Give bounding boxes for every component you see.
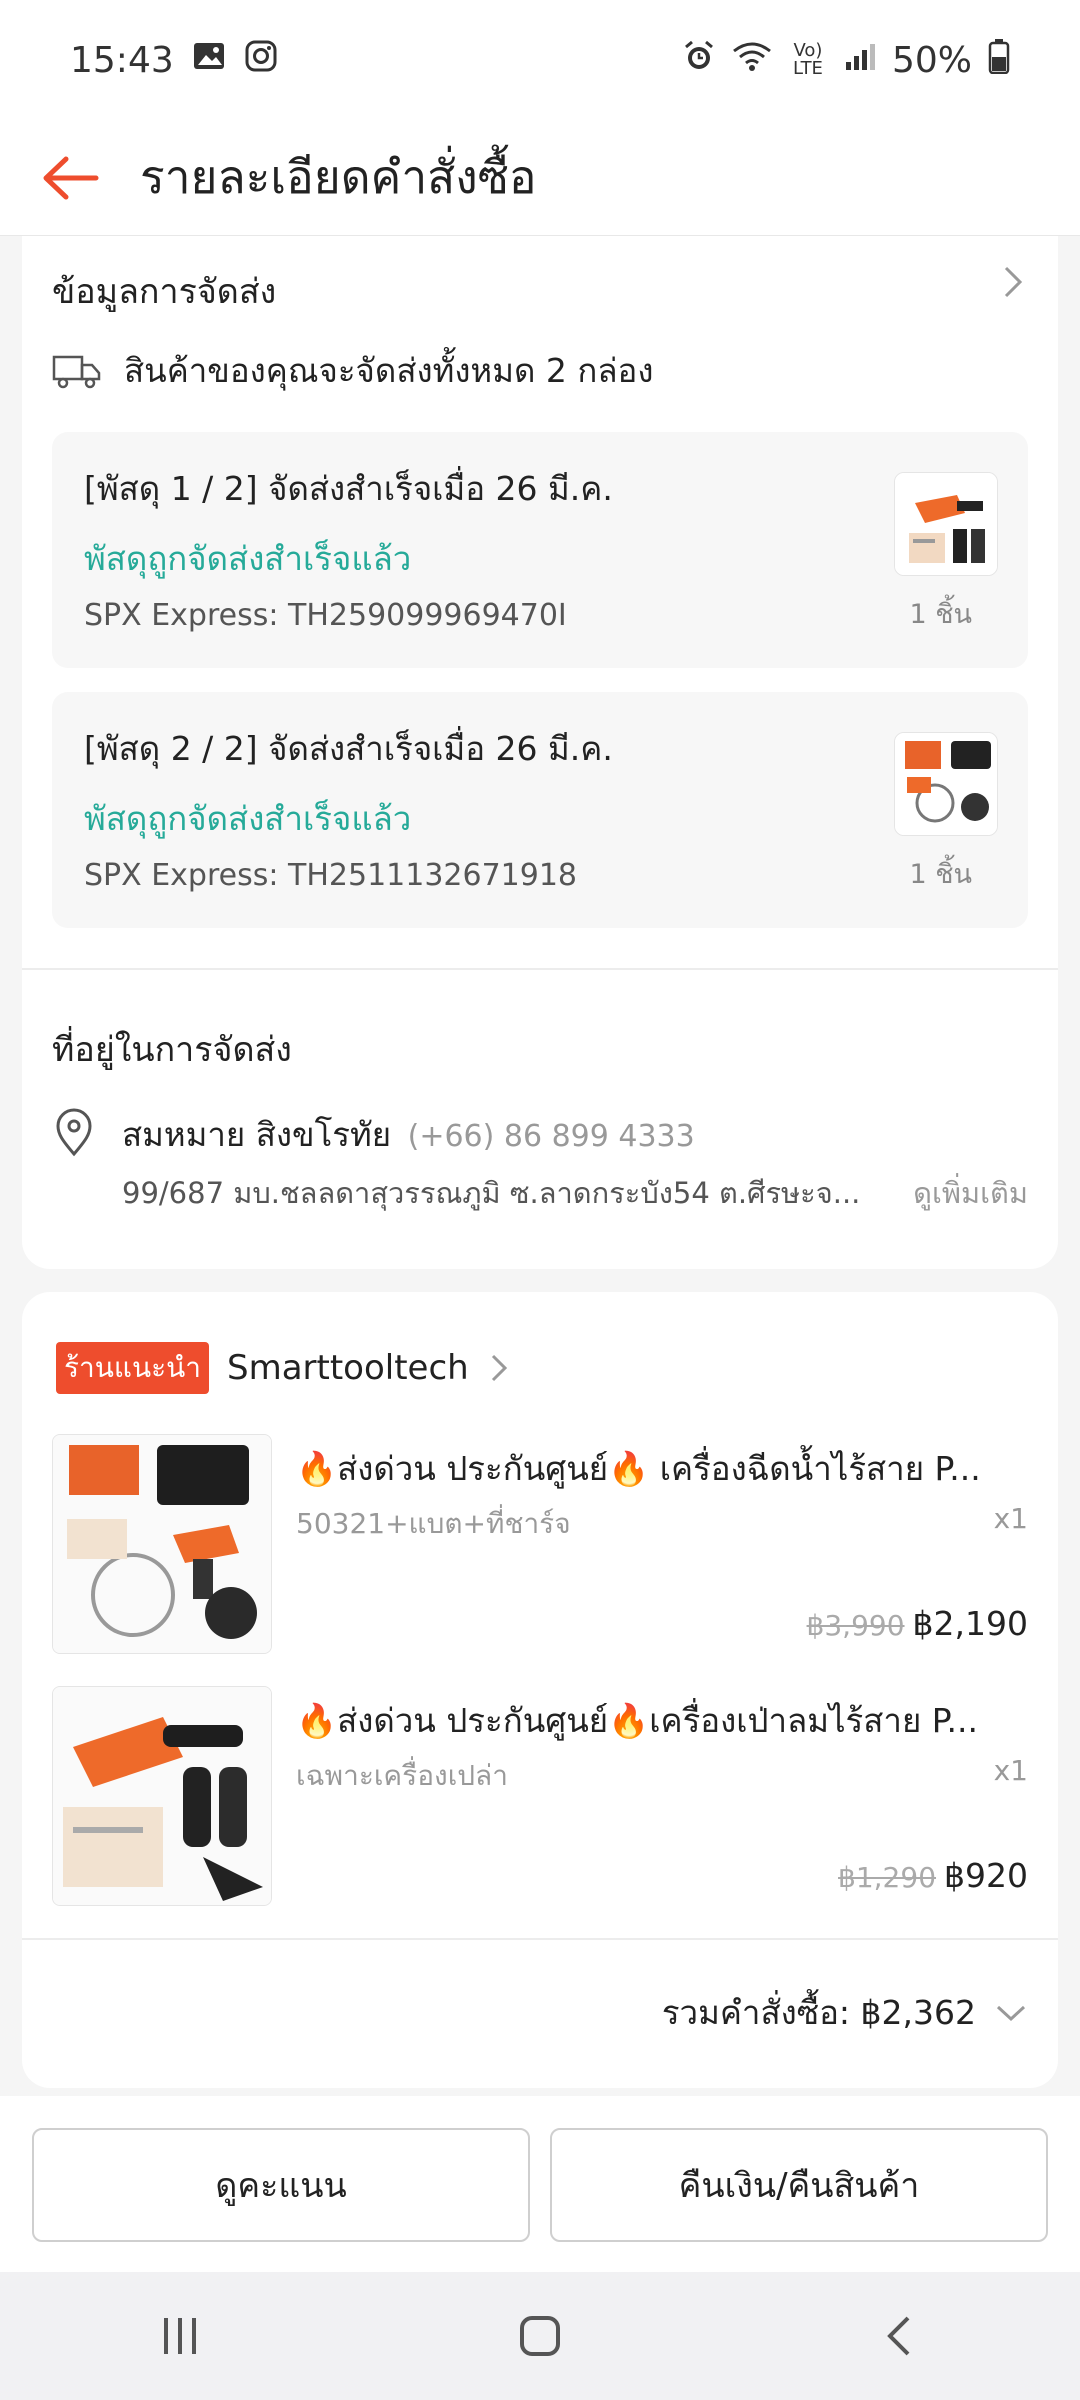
- parcel-title: [พัสดุ 2 / 2] จัดส่งสำเร็จเมื่อ 26 มี.ค.: [84, 729, 613, 768]
- sale-price: ฿2,190: [912, 1604, 1028, 1643]
- arrow-left-icon: [43, 156, 99, 199]
- sale-price: ฿920: [944, 1856, 1028, 1895]
- parcel-tracking: SPX Express: TH2511132671918: [84, 858, 578, 893]
- network-type-label: Vo) LTE: [793, 40, 823, 79]
- recent-apps-icon: [164, 2318, 196, 2354]
- refund-return-button[interactable]: คืนเงิน/คืนสินค้า: [550, 2128, 1048, 2242]
- bottom-action-bar: ดูคะแนน คืนเงิน/คืนสินค้า: [0, 2096, 1080, 2272]
- instagram-icon: [244, 39, 278, 82]
- product-variant: 50321+แบต+ที่ชาร์จ: [296, 1507, 571, 1540]
- truck-icon: [52, 355, 101, 388]
- parcel-status: พัสดุถูกจัดส่งสำเร็จแล้ว: [84, 539, 412, 578]
- location-pin-icon: [56, 1108, 92, 1157]
- recent-apps-button[interactable]: [120, 2286, 240, 2386]
- battery-icon: [988, 38, 1010, 83]
- product-title: 🔥ส่งด่วน ประกันศูนย์🔥เครื่องเป่าลมไร้สาย…: [296, 1701, 979, 1740]
- recipient-row: สมหมาย สิงขโรทัย (+66) 86 899 4333: [122, 1108, 695, 1161]
- delivery-summary: สินค้าของคุณจะจัดส่งทั้งหมด 2 กล่อง: [52, 344, 653, 397]
- parcel-quantity: 1 ชิ้น: [909, 859, 972, 890]
- product-quantity: x1: [993, 1754, 1028, 1787]
- address-section-title: ที่อยู่ในการจัดส่ง: [52, 1030, 292, 1070]
- original-price: ฿1,290: [838, 1861, 937, 1894]
- product-image: [52, 1434, 272, 1654]
- back-icon: [887, 2316, 910, 2356]
- address-line: 99/687 มบ.ชลลดาสุวรรณภูมิ ซ.ลาดกระบัง54 …: [122, 1176, 861, 1210]
- product-variant: เฉพาะเครื่องเปล่า: [296, 1759, 508, 1792]
- clock: 15:43: [70, 39, 174, 81]
- order-item-2[interactable]: 🔥ส่งด่วน ประกันศูนย์🔥เครื่องเป่าลมไร้สาย…: [52, 1686, 1028, 1906]
- page-title: รายละเอียดคำสั่งซื้อ: [140, 150, 537, 204]
- chevron-right-icon[interactable]: [998, 262, 1028, 302]
- app-bar: รายละเอียดคำสั่งซื้อ: [0, 120, 1080, 236]
- shop-name: Smarttooltech: [227, 1348, 469, 1388]
- price-row: ฿3,990 ฿2,190: [807, 1604, 1028, 1643]
- product-quantity: x1: [993, 1502, 1028, 1535]
- chevron-down-icon: [996, 2005, 1026, 2021]
- shipping-card: ข้อมูลการจัดส่ง สินค้าของคุณจะจัดส่งทั้ง…: [22, 236, 1058, 1269]
- divider: [22, 1938, 1058, 1940]
- parcel-thumbnail: [894, 732, 998, 836]
- system-back-button[interactable]: [840, 2286, 960, 2386]
- order-total-label: รวมคำสั่งซื้อ: ฿2,362: [661, 1993, 976, 2032]
- parcel-card-2[interactable]: [พัสดุ 2 / 2] จัดส่งสำเร็จเมื่อ 26 มี.ค.…: [52, 692, 1028, 928]
- recommended-shop-badge: ร้านแนะนำ: [56, 1342, 209, 1394]
- parcel-card-1[interactable]: [พัสดุ 1 / 2] จัดส่งสำเร็จเมื่อ 26 มี.ค.…: [52, 432, 1028, 668]
- parcel-status: พัสดุถูกจัดส่งสำเร็จแล้ว: [84, 799, 412, 838]
- delivery-summary-text: สินค้าของคุณจะจัดส่งทั้งหมด 2 กล่อง: [124, 351, 654, 390]
- battery-percentage: 50%: [891, 39, 972, 81]
- home-icon: [520, 2316, 560, 2356]
- shop-row[interactable]: ร้านแนะนำ Smarttooltech: [56, 1342, 511, 1394]
- back-button[interactable]: [0, 120, 140, 236]
- chevron-right-icon: [491, 1354, 507, 1382]
- divider: [22, 968, 1058, 970]
- parcel-title: [พัสดุ 1 / 2] จัดส่งสำเร็จเมื่อ 26 มี.ค.: [84, 469, 613, 508]
- original-price: ฿3,990: [806, 1609, 905, 1642]
- view-rating-button[interactable]: ดูคะแนน: [32, 2128, 530, 2242]
- price-row: ฿1,290 ฿920: [838, 1856, 1028, 1895]
- parcel-thumbnail: [894, 472, 998, 576]
- recipient-phone: (+66) 86 899 4333: [407, 1119, 695, 1154]
- wifi-icon: [732, 39, 772, 82]
- alarm-icon: [682, 39, 716, 82]
- shipping-info-header[interactable]: ข้อมูลการจัดส่ง: [52, 264, 276, 318]
- parcel-tracking: SPX Express: TH259099969470I: [84, 598, 567, 633]
- see-more-link[interactable]: ดูเพิ่มเติม: [913, 1170, 1028, 1216]
- order-total-row[interactable]: รวมคำสั่งซื้อ: ฿2,362: [662, 1986, 1028, 2039]
- gallery-icon: [192, 39, 226, 82]
- status-bar: 15:43 Vo) LTE 50%: [0, 0, 1080, 120]
- home-button[interactable]: [480, 2286, 600, 2386]
- recipient-name: สมหมาย สิงขโรทัย: [122, 1115, 392, 1154]
- product-image: [52, 1686, 272, 1906]
- parcel-quantity: 1 ชิ้น: [909, 599, 972, 630]
- order-item-1[interactable]: 🔥ส่งด่วน ประกันศูนย์🔥 เครื่องฉีดน้ำไร้สา…: [52, 1434, 1028, 1654]
- signal-icon: [844, 40, 876, 81]
- product-title: 🔥ส่งด่วน ประกันศูนย์🔥 เครื่องฉีดน้ำไร้สา…: [296, 1449, 981, 1488]
- system-nav-bar: [0, 2272, 1080, 2400]
- order-items-card: ร้านแนะนำ Smarttooltech 🔥ส่งด่วน ประกันศ…: [22, 1292, 1058, 2088]
